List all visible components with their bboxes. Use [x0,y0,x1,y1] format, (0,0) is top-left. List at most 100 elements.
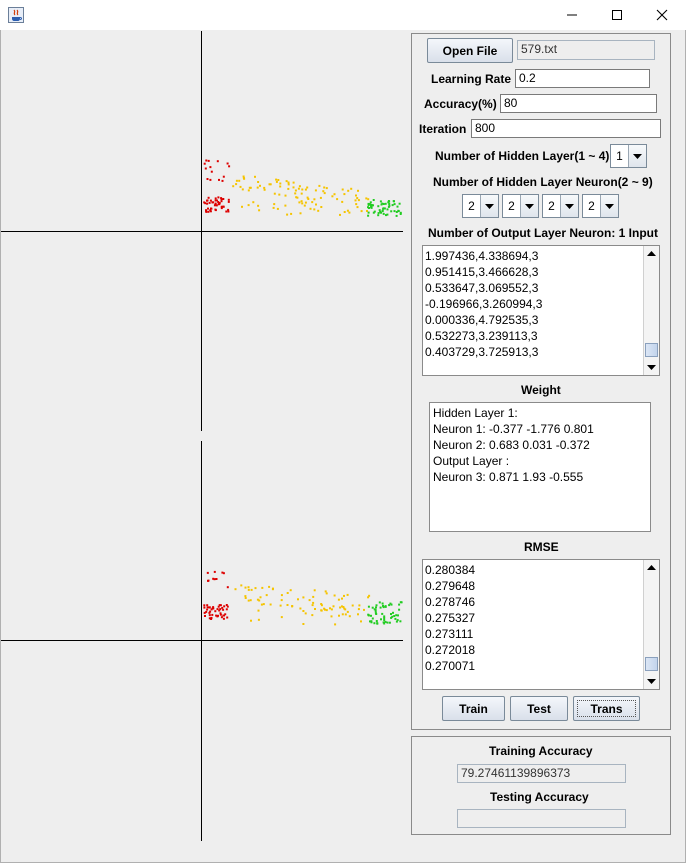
data-point [220,198,223,201]
iteration-input[interactable]: 800 [471,119,661,138]
data-point [284,204,287,207]
data-point [399,620,402,623]
accuracy-input[interactable]: 80 [500,94,657,113]
data-point [357,608,360,611]
data-point [217,196,220,199]
data-point [247,586,250,589]
open-file-button[interactable]: Open File [427,38,513,63]
hidden-neuron-select-4[interactable]: 2 [582,194,619,218]
data-point [343,211,346,213]
data-point [358,604,361,607]
data-point [356,206,359,209]
data-point [240,584,243,587]
data-point [247,599,250,602]
data-point [210,616,213,619]
data-point [218,203,221,205]
scroll-up-icon[interactable] [644,560,659,575]
data-point [379,606,382,609]
data-point [387,205,390,208]
data-point [367,613,370,616]
data-point [357,613,359,616]
data-point [356,197,359,200]
data-point [206,199,209,202]
maximize-button[interactable] [594,0,640,30]
data-point [286,604,289,606]
data-point [398,608,401,611]
test-button[interactable]: Test [510,696,568,721]
data-point [367,211,370,214]
data-point [257,618,260,621]
data-point [257,609,260,612]
data-point [249,186,252,189]
input-scrollbar[interactable] [643,246,659,375]
data-point [226,586,229,589]
data-point [388,203,391,205]
trans-button[interactable]: Trans [573,696,640,721]
data-point [350,187,353,190]
hidden-neuron-select-1[interactable]: 2 [462,194,499,218]
data-point [377,214,380,217]
hidden-layers-select[interactable]: 1 [610,144,647,168]
learning-rate-label: Learning Rate [431,72,512,86]
scroll-thumb[interactable] [645,657,658,671]
weight-line: Hidden Layer 1: [433,406,518,420]
minimize-button[interactable] [549,0,595,30]
data-point [300,200,303,203]
data-point [386,208,389,211]
train-button[interactable]: Train [442,696,505,721]
data-point [260,603,263,606]
close-button[interactable] [639,0,685,30]
data-point [323,186,326,189]
data-point [341,613,344,616]
data-point [339,213,341,216]
input-data-textarea[interactable]: 1.997436,4.338694,3 0.951415,3.466628,3 … [422,245,660,376]
data-point [320,609,323,612]
rmse-scrollbar[interactable] [643,560,659,689]
rmse-textarea[interactable]: 0.280384 0.279648 0.278746 0.275327 0.27… [422,559,660,690]
scroll-thumb[interactable] [645,343,658,357]
data-point [216,160,219,163]
scroll-down-icon[interactable] [644,360,659,375]
data-point [381,602,384,605]
data-point [313,198,316,201]
learning-rate-input[interactable]: 0.2 [515,69,650,88]
input-line: 0.000336,4.792535,3 [425,313,539,327]
data-point [278,193,281,196]
data-point [210,207,212,210]
hidden-neuron-select-2[interactable]: 2 [502,194,539,218]
data-point [332,605,335,608]
data-point [290,212,293,215]
hidden-neuron-select-3[interactable]: 2 [542,194,579,218]
data-point [247,189,250,192]
scroll-up-icon[interactable] [644,246,659,261]
data-point [346,593,349,596]
data-point [262,603,265,606]
data-point [277,179,280,181]
scroll-down-icon[interactable] [644,674,659,689]
data-point [322,190,325,193]
data-point [308,599,311,602]
input-line: 1.997436,4.338694,3 [425,249,539,263]
data-point [391,204,394,207]
data-point [206,606,209,609]
weight-textarea[interactable]: Hidden Layer 1: Neuron 1: -0.377 -1.776 … [429,402,651,532]
data-point [395,620,398,623]
data-point [360,620,362,623]
data-point [223,614,225,617]
data-point [218,178,220,181]
data-point [311,604,314,607]
data-point [209,210,212,213]
data-point [265,594,268,597]
data-point [371,606,374,609]
data-point [247,204,250,207]
iteration-label: Iteration [419,122,467,136]
data-point [388,621,391,624]
data-point [301,188,304,191]
data-point [228,165,231,168]
data-point [304,188,307,191]
data-point [203,162,206,165]
data-point [235,179,238,182]
weight-line: Neuron 3: 0.871 1.93 -0.555 [433,470,584,484]
data-point [367,198,370,201]
java-app-icon[interactable] [8,7,24,23]
